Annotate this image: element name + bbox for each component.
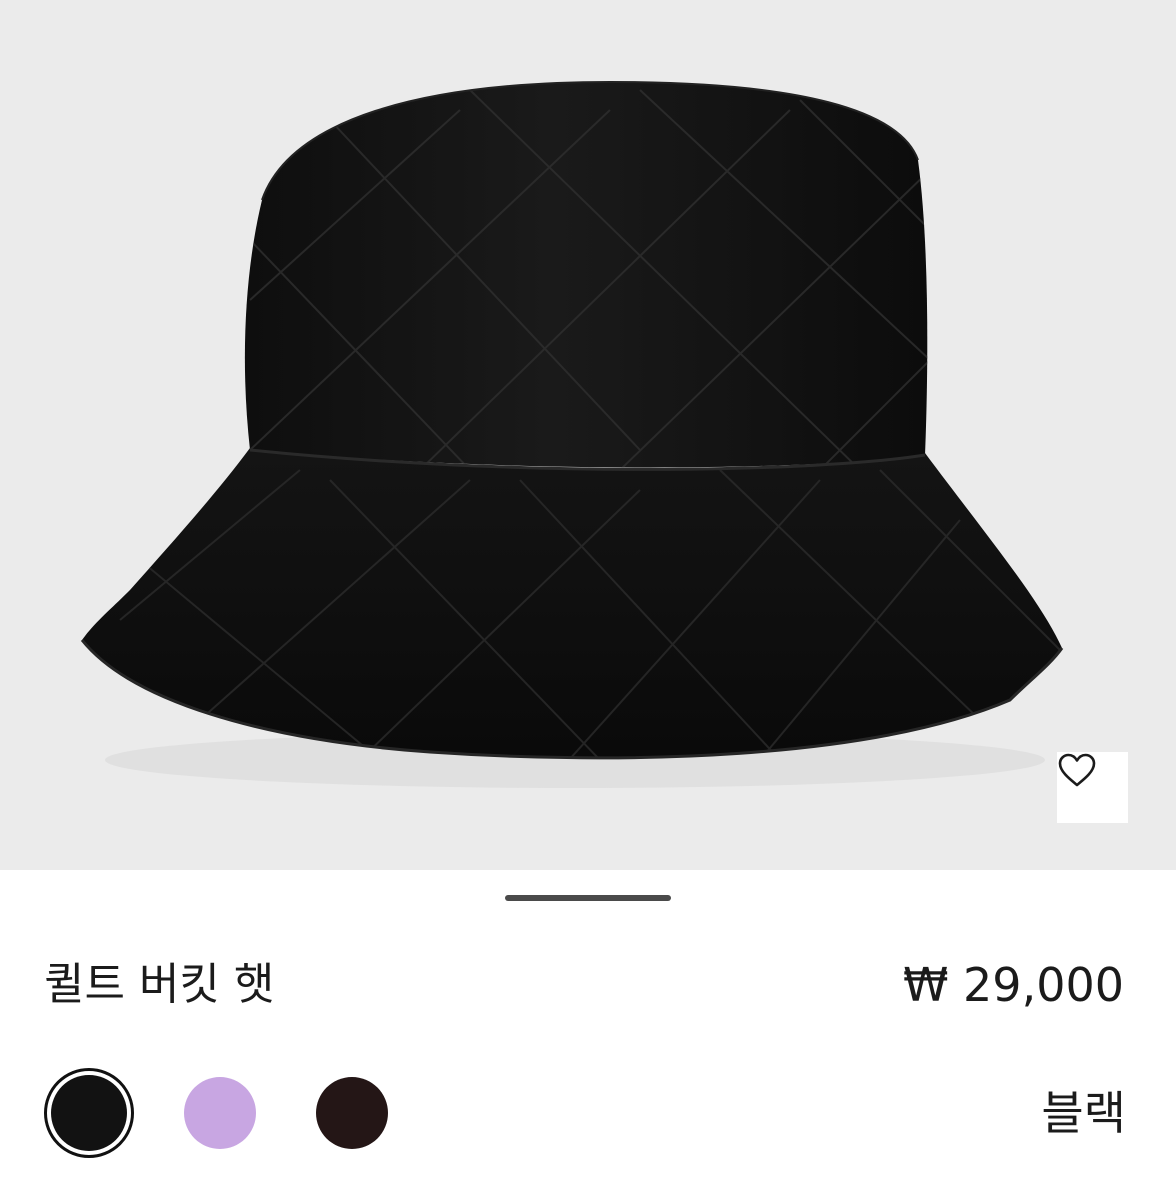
product-price: ₩ 29,000: [902, 958, 1124, 1012]
product-info-sheet: 퀼트 버킷 햇 ₩ 29,000 블랙: [0, 870, 1176, 1200]
selected-color-label: 블랙: [1041, 1086, 1126, 1140]
product-name: 퀼트 버킷 햇: [44, 959, 275, 1010]
product-detail-page: 퀼트 버킷 햇 ₩ 29,000 블랙: [0, 0, 1176, 1200]
swatch-fill: [51, 1075, 127, 1151]
product-image[interactable]: [0, 0, 1176, 870]
color-swatch-black[interactable]: [44, 1068, 134, 1158]
color-swatch-brown[interactable]: [316, 1077, 388, 1149]
sheet-grab-handle[interactable]: [505, 895, 671, 901]
color-swatch-list: [44, 1068, 448, 1158]
color-swatch-lavender[interactable]: [184, 1077, 256, 1149]
bucket-hat-illustration: [80, 80, 1064, 788]
wishlist-button[interactable]: [1057, 752, 1128, 823]
